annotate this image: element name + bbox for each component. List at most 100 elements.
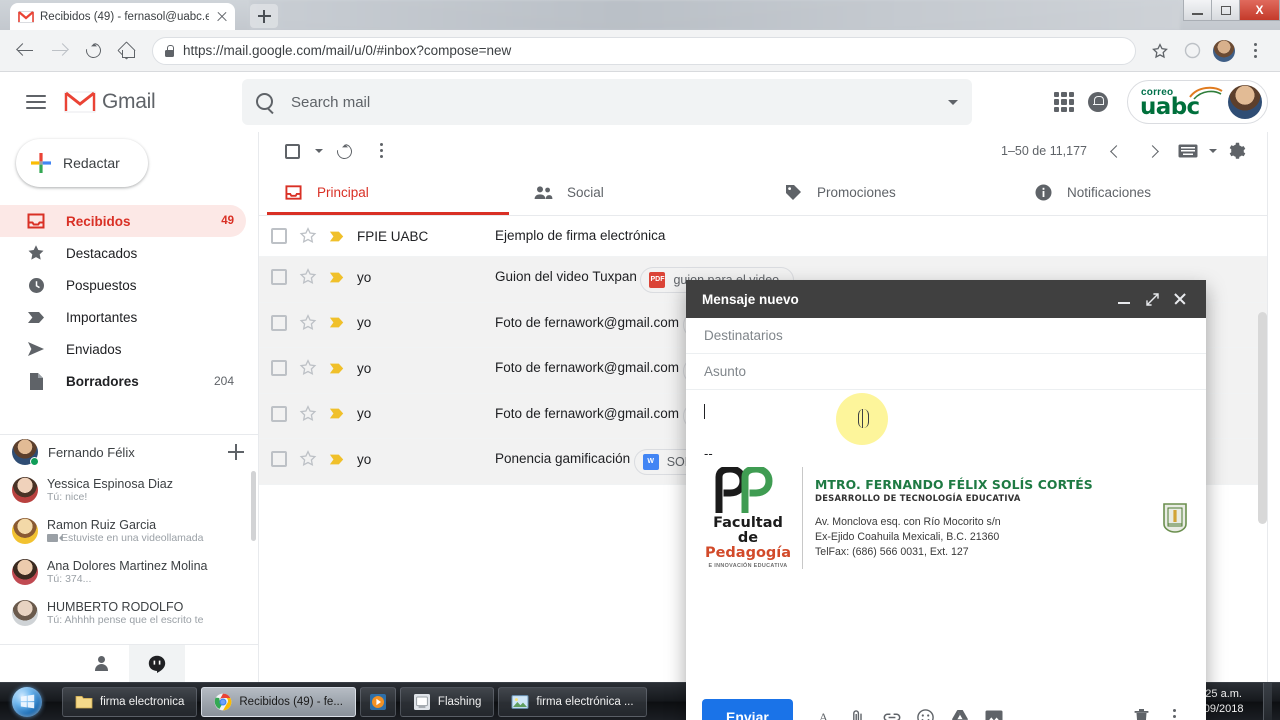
close-window-button[interactable]: X — [1239, 0, 1280, 21]
bookmark-star-icon[interactable] — [1146, 37, 1174, 65]
maximize-button[interactable] — [1211, 0, 1240, 21]
message-body[interactable]: -- Facultad de Pedagogía E INNOVACIÓN ED… — [686, 390, 1206, 690]
insert-emoji-icon[interactable] — [909, 700, 943, 720]
browser-tab[interactable]: Recibidos (49) - fernasol@uabc.e — [10, 3, 235, 30]
chrome-menu-button[interactable] — [1242, 37, 1270, 65]
row-checkbox[interactable] — [271, 348, 287, 388]
sidebar-item-pospuestos[interactable]: Pospuestos — [0, 269, 246, 301]
chevron-down-icon[interactable] — [1209, 149, 1217, 153]
compose-close-button[interactable] — [1166, 285, 1194, 313]
new-tab-button[interactable] — [250, 4, 278, 28]
row-importance[interactable] — [317, 394, 345, 434]
account-avatar[interactable] — [1228, 85, 1262, 119]
compose-fullscreen-button[interactable] — [1138, 285, 1166, 313]
attach-file-icon[interactable] — [841, 700, 875, 720]
home-button[interactable] — [112, 36, 142, 66]
insert-link-icon[interactable] — [875, 700, 909, 720]
sidebar-item-destacados[interactable]: Destacados — [0, 237, 246, 269]
compose-minimize-button[interactable] — [1110, 285, 1138, 313]
start-button[interactable] — [0, 684, 54, 720]
account-chip[interactable]: correo uabc — [1127, 80, 1268, 124]
select-all-checkbox[interactable] — [275, 134, 309, 168]
hangouts-current-user[interactable]: Fernando Félix — [0, 435, 258, 469]
row-star[interactable] — [287, 216, 317, 256]
row-checkbox[interactable] — [271, 303, 287, 343]
sidebar-item-borradores[interactable]: Borradores 204 — [0, 365, 246, 397]
message-list-scrollbar[interactable] — [1258, 312, 1267, 524]
chevron-down-icon[interactable] — [315, 149, 323, 153]
input-tools-button[interactable] — [1171, 134, 1205, 168]
hangouts-scrollbar[interactable] — [251, 471, 256, 541]
tab-contacts[interactable] — [73, 645, 129, 683]
search-bar[interactable] — [242, 79, 972, 125]
chevron-down-icon[interactable] — [948, 100, 958, 105]
gmail-logo[interactable]: Gmail — [64, 90, 214, 114]
extension-icon[interactable] — [1178, 37, 1206, 65]
row-importance[interactable] — [317, 303, 345, 343]
row-checkbox[interactable] — [271, 257, 287, 297]
sidebar-item-enviados[interactable]: Enviados — [0, 333, 246, 365]
profile-avatar[interactable] — [1210, 37, 1238, 65]
row-checkbox[interactable] — [271, 439, 287, 479]
minimize-button[interactable] — [1183, 0, 1212, 21]
list-item[interactable]: Yessica Espinosa Diaz Tú: nice! — [0, 469, 258, 510]
list-item[interactable]: HUMBERTO RODOLFO Tú: Ahhhh pense que el … — [0, 592, 258, 633]
row-checkbox[interactable] — [271, 394, 287, 434]
previous-page-button[interactable] — [1099, 134, 1133, 168]
taskbar-item-folder[interactable]: firma electronica — [62, 687, 197, 717]
subject-field[interactable] — [686, 354, 1206, 390]
row-importance[interactable] — [317, 216, 345, 256]
list-item[interactable]: Ramon Ruiz Garcia Estuviste en una video… — [0, 510, 258, 551]
tab-notificaciones[interactable]: Notificaciones — [1017, 170, 1267, 215]
notifications-button[interactable] — [1083, 87, 1113, 117]
table-row[interactable]: FPIE UABC Ejemplo de firma electrónica — [259, 216, 1267, 257]
subject-input[interactable] — [704, 364, 1188, 379]
taskbar-item-media-player[interactable] — [360, 687, 396, 717]
more-actions-button[interactable] — [365, 134, 399, 168]
list-item[interactable]: Adolfo Zaragoza Bautista Tú: Si ... — [0, 633, 258, 637]
refresh-button[interactable] — [327, 134, 361, 168]
apps-grid-button[interactable] — [1049, 87, 1079, 117]
insert-drive-icon[interactable] — [943, 700, 977, 720]
row-importance[interactable] — [317, 439, 345, 479]
row-star[interactable] — [287, 348, 317, 388]
sidebar-item-importantes[interactable]: Importantes — [0, 301, 246, 333]
list-item[interactable]: Ana Dolores Martinez Molina Tú: 374... — [0, 551, 258, 592]
format-text-icon[interactable]: A — [807, 700, 841, 720]
tab-conversations[interactable] — [129, 645, 185, 683]
row-importance[interactable] — [317, 257, 345, 297]
trash-icon[interactable] — [1124, 700, 1158, 720]
row-star[interactable] — [287, 439, 317, 479]
row-star[interactable] — [287, 394, 317, 434]
taskbar-item-picture[interactable]: firma electrónica ... — [498, 687, 646, 717]
next-page-button[interactable] — [1135, 134, 1169, 168]
address-bar[interactable]: https://mail.google.com/mail/u/0/#inbox?… — [152, 37, 1136, 65]
main-menu-icon[interactable] — [18, 84, 54, 120]
row-star[interactable] — [287, 257, 317, 297]
taskbar-item-flashing[interactable]: Flashing — [400, 687, 494, 717]
taskbar-item-chrome[interactable]: Recibidos (49) - fe... — [201, 687, 356, 717]
compose-header[interactable]: Mensaje nuevo — [686, 280, 1206, 318]
close-icon[interactable] — [215, 10, 229, 24]
settings-button[interactable] — [1219, 134, 1253, 168]
hangouts-contact-list[interactable]: Yessica Espinosa Diaz Tú: nice! Ramon Ru… — [0, 469, 258, 637]
insert-photo-icon[interactable] — [977, 700, 1011, 720]
show-desktop-button[interactable] — [1263, 683, 1272, 720]
more-options-icon[interactable] — [1158, 700, 1192, 720]
tab-principal[interactable]: Principal — [267, 170, 517, 215]
new-conversation-icon[interactable] — [228, 444, 244, 460]
tab-promociones[interactable]: Promociones — [767, 170, 1017, 215]
row-checkbox[interactable] — [271, 216, 287, 256]
recipients-field[interactable] — [686, 318, 1206, 354]
search-input[interactable] — [291, 94, 932, 111]
row-star[interactable] — [287, 303, 317, 343]
recipients-input[interactable] — [704, 328, 1188, 343]
sidebar-item-recibidos[interactable]: Recibidos 49 — [0, 205, 246, 237]
compose-button[interactable]: Redactar — [16, 139, 148, 187]
tab-social[interactable]: Social — [517, 170, 767, 215]
send-button[interactable]: Enviar — [702, 699, 793, 720]
back-button[interactable] — [10, 36, 40, 66]
forward-button[interactable] — [44, 36, 74, 66]
reload-button[interactable] — [78, 36, 108, 66]
row-importance[interactable] — [317, 348, 345, 388]
